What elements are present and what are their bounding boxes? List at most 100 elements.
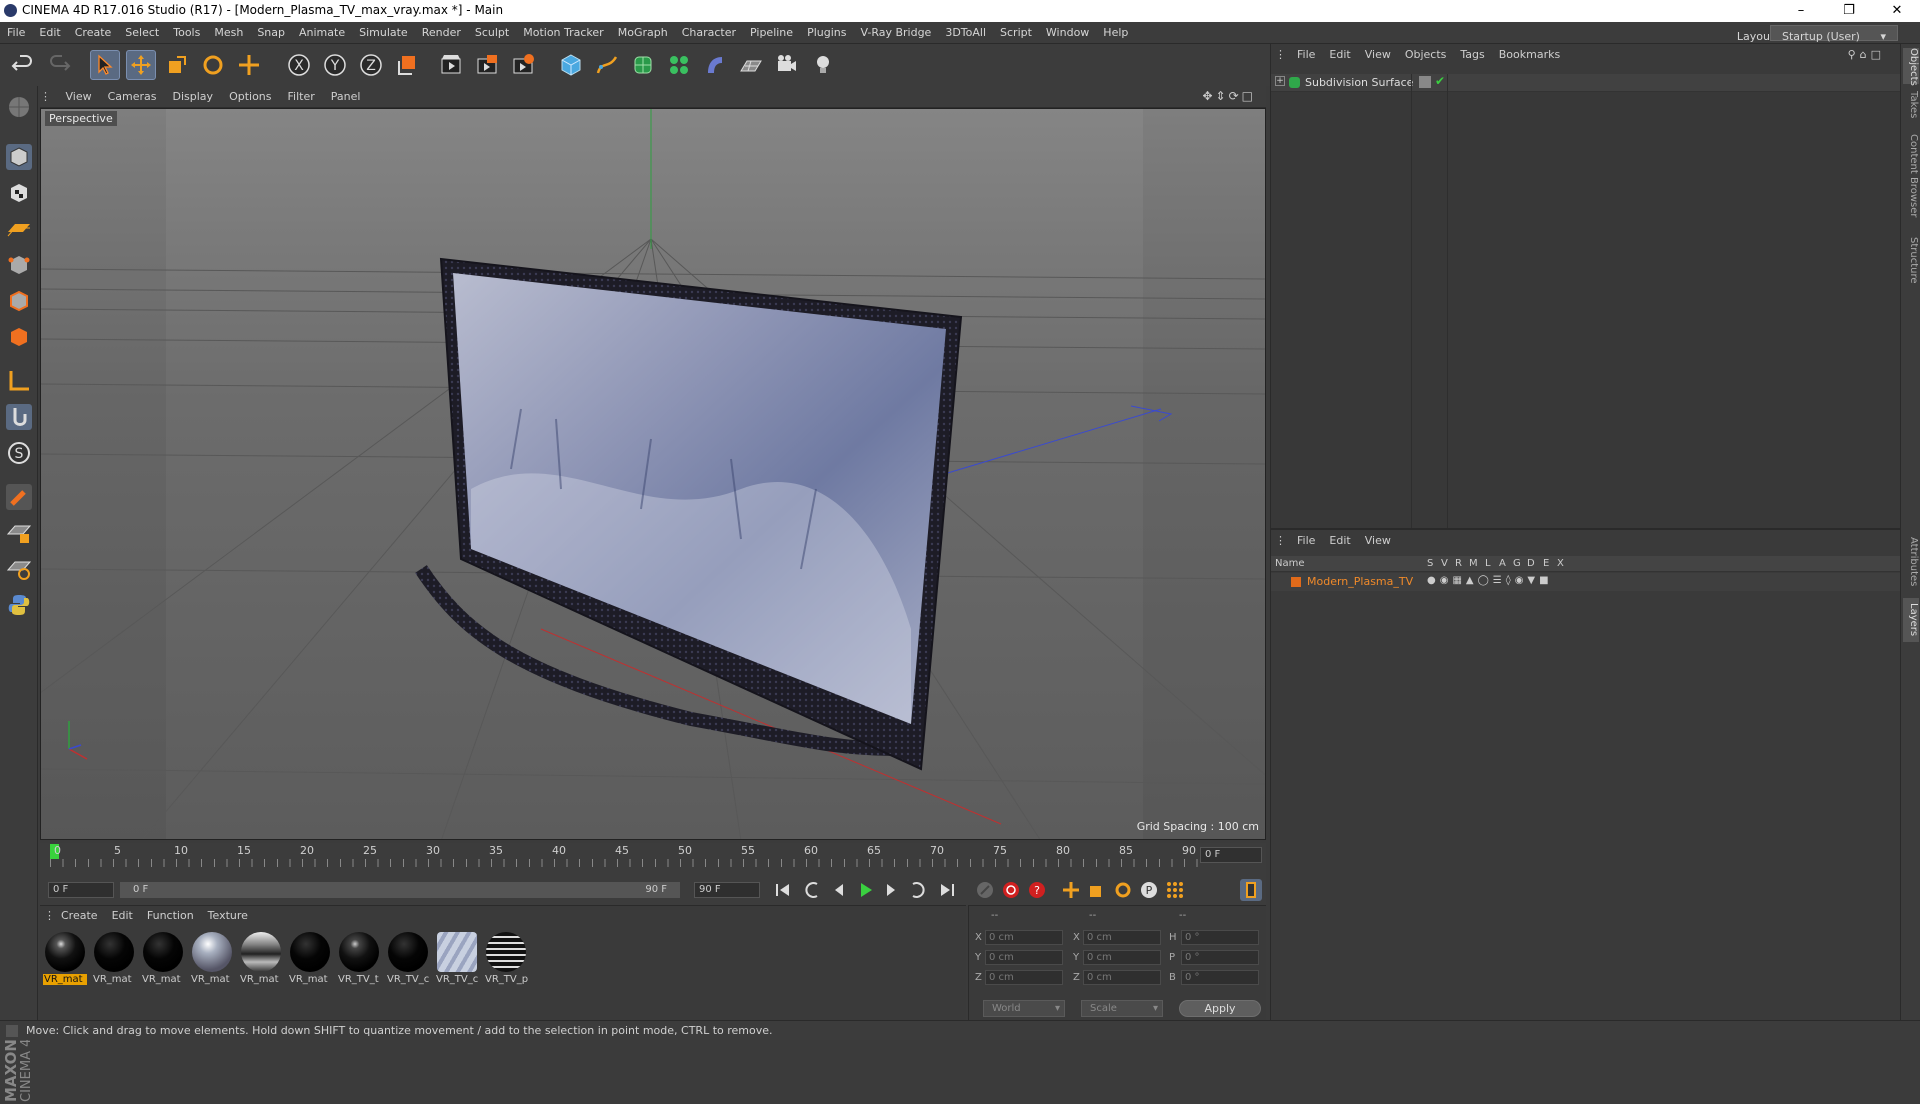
perspective-viewport[interactable]: Perspective Grid Spacing : 100 cm: [40, 108, 1266, 840]
size-y-field[interactable]: 0 cm: [1083, 950, 1161, 965]
menu-plugins[interactable]: Plugins: [800, 22, 853, 44]
tweak-mode-icon[interactable]: [4, 402, 34, 432]
axis-mode-icon[interactable]: [4, 366, 34, 396]
render-picture-viewer-icon[interactable]: [472, 50, 502, 80]
layer-col-expressions[interactable]: E: [1543, 558, 1549, 569]
coordinate-system-icon[interactable]: [392, 50, 422, 80]
material-swatch[interactable]: VR_mat: [190, 930, 234, 986]
layer-col-visible[interactable]: V: [1441, 558, 1448, 569]
material-menu-function[interactable]: Function: [140, 906, 201, 926]
layer-row[interactable]: Modern_Plasma_TV ●◉▦▲◯☰◊◉▼■: [1271, 573, 1901, 591]
menu-file[interactable]: File: [0, 22, 32, 44]
material-menu-edit[interactable]: Edit: [105, 906, 140, 926]
viewport-menu-view[interactable]: View: [58, 86, 100, 108]
layer-col-locked[interactable]: L: [1485, 558, 1491, 569]
rotation-b-field[interactable]: 0 °: [1181, 970, 1259, 985]
move-icon[interactable]: [126, 50, 156, 80]
snap-icon[interactable]: S: [4, 438, 34, 468]
key-rotation-icon[interactable]: [1112, 879, 1134, 901]
prev-frame-icon[interactable]: [828, 879, 850, 901]
layer-col-generators[interactable]: G: [1513, 558, 1521, 569]
x-axis-icon[interactable]: X: [284, 50, 314, 80]
viewport-menu-cameras[interactable]: Cameras: [100, 86, 165, 108]
timeline-layout-icon[interactable]: [1240, 879, 1262, 901]
redo-icon[interactable]: [44, 50, 74, 80]
material-swatch[interactable]: VR_TV_t: [337, 930, 381, 986]
maximize-button[interactable]: ❐: [1826, 0, 1872, 22]
enabled-check-icon[interactable]: ✔: [1435, 74, 1445, 88]
autokey-icon[interactable]: ?: [1026, 879, 1048, 901]
menu-select[interactable]: Select: [118, 22, 166, 44]
layer-col-animation[interactable]: A: [1499, 558, 1506, 569]
subdivision-icon[interactable]: [628, 50, 658, 80]
menu-mograph[interactable]: MoGraph: [611, 22, 675, 44]
scale-dropdown[interactable]: Scale ▾: [1081, 1000, 1163, 1017]
menu-tools[interactable]: Tools: [166, 22, 207, 44]
minimize-button[interactable]: –: [1778, 0, 1824, 22]
points-mode-icon[interactable]: [4, 250, 34, 280]
key-scale-icon[interactable]: [1086, 879, 1108, 901]
layer-flag-icons[interactable]: ●◉▦▲◯☰◊◉▼■: [1427, 575, 1553, 586]
material-menu-create[interactable]: Create: [54, 906, 105, 926]
position-y-field[interactable]: 0 cm: [985, 950, 1063, 965]
menu-pipeline[interactable]: Pipeline: [743, 22, 800, 44]
pen-icon[interactable]: [592, 50, 622, 80]
layer-col-render[interactable]: R: [1455, 558, 1462, 569]
rotation-p-field[interactable]: 0 °: [1181, 950, 1259, 965]
workplane-mode-icon[interactable]: [4, 214, 34, 244]
material-menu-texture[interactable]: Texture: [201, 906, 255, 926]
rotate-icon[interactable]: [198, 50, 228, 80]
next-key-icon[interactable]: [906, 879, 928, 901]
objects-menu-objects[interactable]: Objects: [1398, 44, 1454, 66]
layer-col-solo[interactable]: S: [1427, 558, 1433, 569]
render-settings-icon[interactable]: [508, 50, 538, 80]
render-view-icon[interactable]: [436, 50, 466, 80]
layers-menu-view[interactable]: View: [1358, 530, 1398, 552]
tab-attributes[interactable]: Attributes: [1903, 532, 1919, 592]
layer-col-xref[interactable]: X: [1557, 558, 1564, 569]
menu-mesh[interactable]: Mesh: [207, 22, 250, 44]
position-x-field[interactable]: 0 cm: [985, 930, 1063, 945]
material-swatch[interactable]: VR_mat: [43, 930, 87, 986]
tab-content-browser[interactable]: Content Browser: [1903, 126, 1919, 226]
menu-create[interactable]: Create: [68, 22, 119, 44]
select-arrow-icon[interactable]: [90, 50, 120, 80]
material-swatch[interactable]: VR_TV_c: [435, 930, 479, 986]
key-parameter-icon[interactable]: P: [1138, 879, 1160, 901]
material-swatch[interactable]: VR_TV_p: [484, 930, 528, 986]
layers-menu-file[interactable]: File: [1290, 530, 1322, 552]
viewport-menu-panel[interactable]: Panel: [323, 86, 369, 108]
workplane-lock-icon[interactable]: [4, 518, 34, 548]
menu-sculpt[interactable]: Sculpt: [468, 22, 516, 44]
menu-snap[interactable]: Snap: [250, 22, 292, 44]
z-axis-icon[interactable]: Z: [356, 50, 386, 80]
end-frame-field[interactable]: 90 F: [694, 882, 760, 898]
layer-color-swatch[interactable]: [1291, 577, 1301, 587]
material-swatch[interactable]: VR_mat: [239, 930, 283, 986]
search-icon[interactable]: ⚲⌂□: [1841, 44, 1892, 66]
camera-icon[interactable]: [772, 50, 802, 80]
layer-col-deformers[interactable]: D: [1527, 558, 1535, 569]
objects-menu-edit[interactable]: Edit: [1322, 44, 1357, 66]
size-x-field[interactable]: 0 cm: [1083, 930, 1161, 945]
viewport-menu-options[interactable]: Options: [221, 86, 279, 108]
key-pla-icon[interactable]: [1164, 879, 1186, 901]
tab-layers[interactable]: Layers: [1903, 598, 1919, 642]
record-keys-icon[interactable]: [974, 879, 996, 901]
scale-icon[interactable]: [162, 50, 192, 80]
make-editable-icon[interactable]: [4, 92, 34, 122]
viewport-nav-icons[interactable]: ✥⇕⟳□: [1202, 89, 1256, 103]
apply-button[interactable]: Apply: [1179, 1000, 1261, 1017]
magnet-icon[interactable]: [4, 482, 34, 512]
visibility-toggle-icon[interactable]: [1419, 76, 1431, 88]
record-active-icon[interactable]: [1000, 879, 1022, 901]
object-row[interactable]: + Subdivision Surface ✔: [1271, 74, 1901, 92]
y-axis-icon[interactable]: Y: [320, 50, 350, 80]
layers-menu-edit[interactable]: Edit: [1322, 530, 1357, 552]
goto-end-icon[interactable]: [936, 879, 958, 901]
model-mode-icon[interactable]: [4, 142, 34, 172]
menu-motion-tracker[interactable]: Motion Tracker: [516, 22, 610, 44]
current-frame-field[interactable]: 0 F: [1200, 847, 1262, 863]
light-icon[interactable]: [808, 50, 838, 80]
world-dropdown[interactable]: World ▾: [983, 1000, 1065, 1017]
